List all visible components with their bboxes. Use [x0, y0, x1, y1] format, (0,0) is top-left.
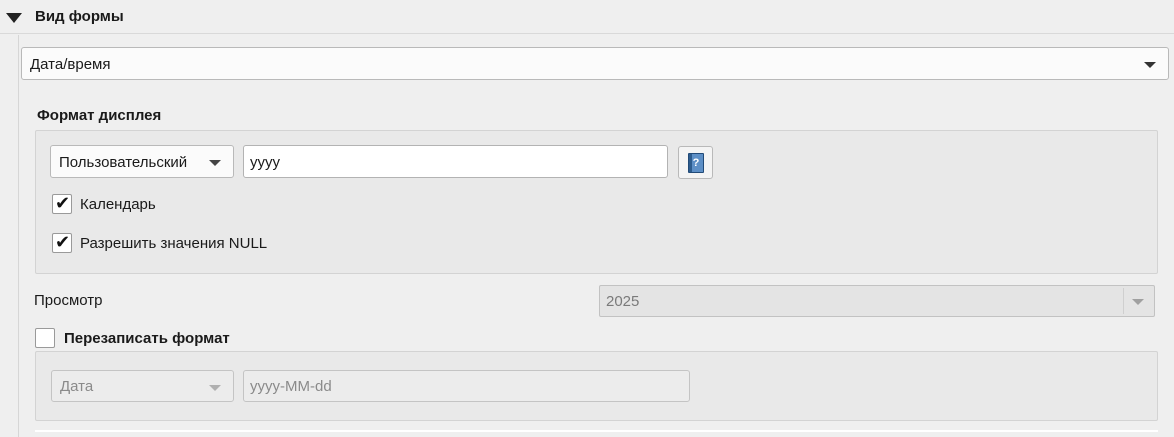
- override-type-combo: Дата: [51, 370, 234, 402]
- header-divider: [0, 33, 1174, 34]
- checkmark-icon: ✔: [55, 193, 71, 213]
- format-input-value: yyyy: [250, 154, 280, 171]
- dropdown-arrow-icon: [1144, 62, 1156, 68]
- checkmark-icon: ✔: [55, 232, 71, 252]
- combo-separator: [1123, 288, 1124, 314]
- bottom-divider: [35, 430, 1158, 432]
- collapse-triangle-icon[interactable]: [6, 13, 22, 23]
- dropdown-arrow-icon: [1132, 299, 1144, 305]
- preview-value: 2025: [606, 293, 640, 310]
- format-type-combo[interactable]: Пользовательский: [50, 145, 234, 178]
- override-type-value: Дата: [60, 378, 94, 395]
- override-format-value: yyyy-MM-dd: [250, 378, 332, 395]
- format-type-value: Пользовательский: [59, 154, 188, 171]
- allow-null-checkbox[interactable]: ✔: [52, 232, 72, 253]
- display-format-title: Формат дисплея: [37, 107, 162, 124]
- help-book-icon: ?: [688, 153, 704, 173]
- preview-label: Просмотр: [34, 292, 103, 309]
- format-input[interactable]: yyyy: [243, 145, 668, 178]
- section-title: Вид формы: [35, 8, 124, 25]
- calendar-checkbox[interactable]: ✔: [52, 193, 72, 214]
- allow-null-label: Разрешить значения NULL: [80, 235, 268, 252]
- override-format-title: Перезаписать формат: [64, 330, 230, 347]
- widget-type-combo[interactable]: Дата/время: [21, 47, 1169, 80]
- override-format-checkbox[interactable]: [35, 328, 55, 348]
- calendar-label: Календарь: [80, 196, 156, 213]
- override-format-input: yyyy-MM-dd: [243, 370, 690, 402]
- help-button[interactable]: ?: [678, 146, 713, 179]
- widget-type-value: Дата/время: [30, 56, 111, 73]
- dropdown-arrow-icon: [209, 385, 221, 391]
- section-header[interactable]: [0, 0, 1174, 34]
- preview-combo: 2025: [599, 285, 1155, 317]
- dropdown-arrow-icon: [209, 160, 221, 166]
